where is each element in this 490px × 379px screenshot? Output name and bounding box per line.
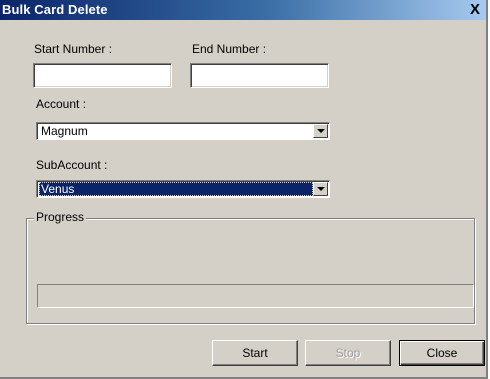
progress-group bbox=[26, 218, 475, 324]
subaccount-label: SubAccount : bbox=[36, 158, 108, 172]
account-select-value: Magnum bbox=[41, 124, 88, 138]
progress-group-label: Progress bbox=[34, 210, 87, 224]
subaccount-select-value: Venus bbox=[39, 182, 313, 196]
subaccount-dropdown-button[interactable] bbox=[313, 182, 328, 196]
bulk-card-delete-dialog: Bulk Card Delete X Start Number : End Nu… bbox=[0, 0, 488, 379]
chevron-down-icon bbox=[317, 187, 325, 191]
window-title: Bulk Card Delete bbox=[2, 2, 108, 17]
account-label: Account : bbox=[36, 97, 87, 111]
start-number-input[interactable] bbox=[33, 63, 172, 88]
account-select[interactable]: Magnum bbox=[36, 122, 330, 140]
end-number-input[interactable] bbox=[190, 63, 329, 88]
chevron-down-icon bbox=[317, 129, 325, 133]
progress-bar bbox=[37, 284, 474, 308]
stop-button[interactable]: Stop bbox=[305, 340, 391, 366]
close-icon[interactable]: X bbox=[468, 2, 482, 18]
end-number-label: End Number : bbox=[192, 42, 267, 56]
subaccount-select[interactable]: Venus bbox=[36, 180, 330, 198]
start-number-label: Start Number : bbox=[34, 42, 113, 56]
close-button[interactable]: Close bbox=[399, 340, 485, 366]
start-button[interactable]: Start bbox=[212, 340, 298, 366]
account-dropdown-button[interactable] bbox=[313, 124, 328, 138]
title-bar[interactable]: Bulk Card Delete X bbox=[0, 0, 486, 20]
